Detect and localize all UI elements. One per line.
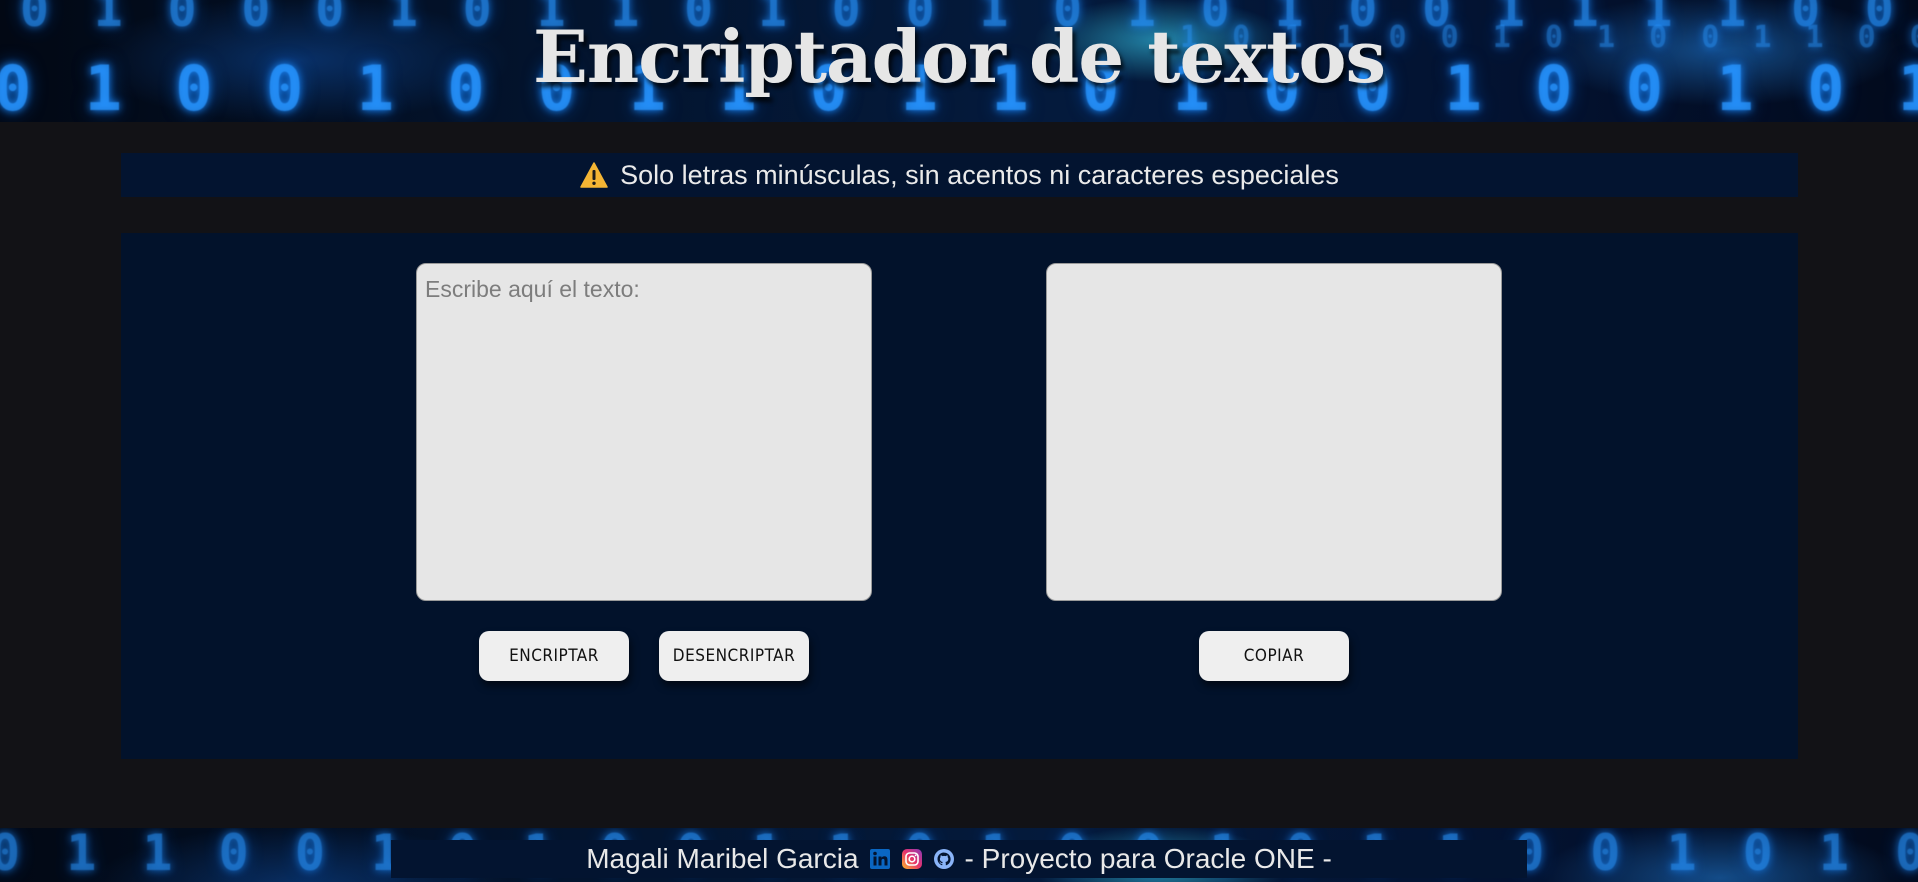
instagram-link[interactable]	[901, 848, 923, 870]
warning-triangle-icon	[580, 162, 608, 188]
linkedin-link[interactable]	[869, 848, 891, 870]
github-icon	[933, 849, 954, 869]
warning-text: Solo letras minúsculas, sin acentos ni c…	[620, 159, 1339, 190]
output-text-area[interactable]	[1046, 263, 1502, 601]
page-title: Encriptador de textos	[533, 14, 1386, 99]
decrypt-button[interactable]: DESENCRIPTAR	[659, 631, 809, 681]
linkedin-icon	[869, 849, 890, 869]
instagram-icon	[901, 849, 922, 869]
input-text-area[interactable]	[416, 263, 872, 601]
warning-bar: Solo letras minúsculas, sin acentos ni c…	[121, 153, 1798, 197]
header-banner: 0 1 0 0 0 1 0 1 1 0 1 0 0 1 0 1 0 1 0 0 …	[0, 0, 1918, 122]
project-label: - Proyecto para Oracle ONE -	[964, 843, 1332, 874]
main-panel	[121, 233, 1798, 759]
author-name: Magali Maribel Garcia	[586, 843, 859, 874]
encrypt-button[interactable]: ENCRIPTAR	[479, 631, 629, 681]
copy-button[interactable]: COPIAR	[1199, 631, 1349, 681]
page: 0 1 0 0 0 1 0 1 1 0 1 0 0 1 0 1 0 1 0 0 …	[0, 0, 1918, 882]
footer-bar: Magali Maribel Garcia - Proyecto para Or…	[391, 840, 1527, 878]
github-link[interactable]	[933, 848, 955, 870]
